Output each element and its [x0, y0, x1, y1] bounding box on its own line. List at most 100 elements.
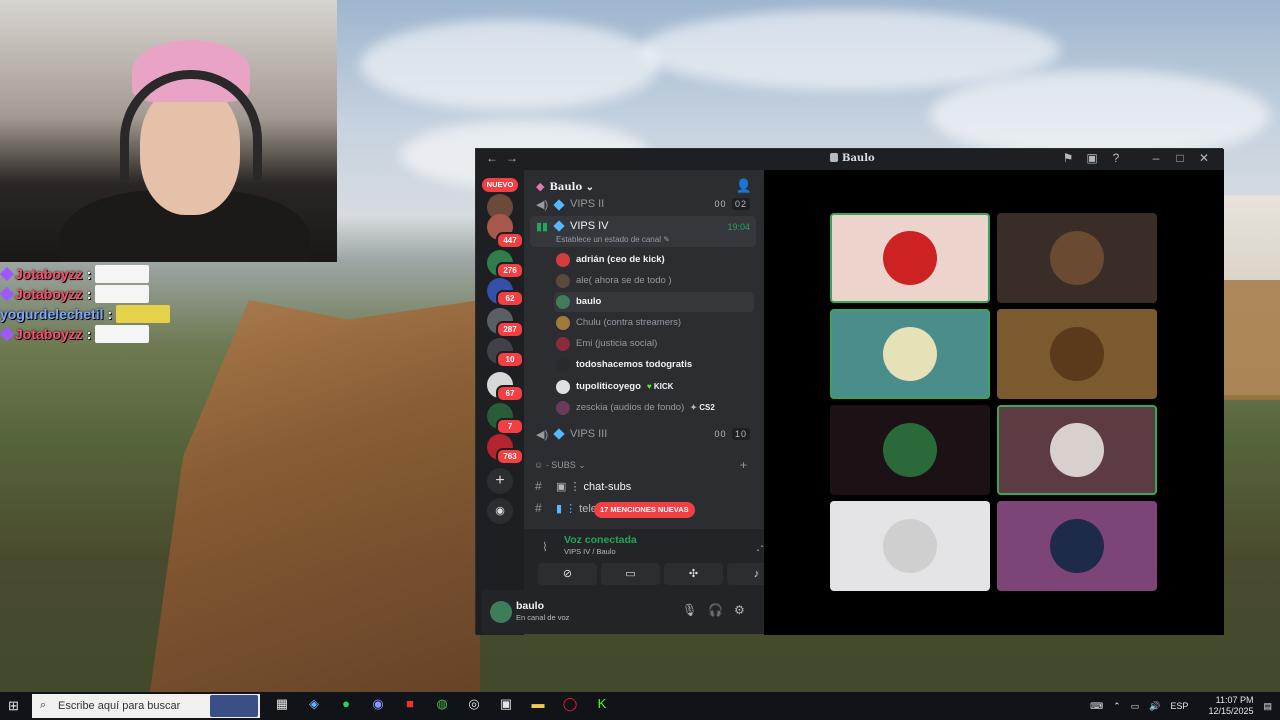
keyboard-icon[interactable]: ⌨	[1090, 701, 1103, 712]
voice-channel-vips-iii[interactable]: ◀) VIPS III 00 10	[530, 424, 756, 445]
add-channel-icon[interactable]: +	[740, 458, 747, 472]
clock[interactable]: 11:07 PM 12/15/2025	[1198, 695, 1253, 717]
chat-line: Jotaboyzz:	[0, 284, 170, 304]
voice-active-icon: ▮▮	[536, 221, 549, 233]
speaker-icon: ◀)	[536, 199, 549, 211]
settings-icon[interactable]: ⚙	[734, 603, 745, 617]
voice-connection-panel: ⌇ Voz conectada VIPS IV / Baulo ⋰ ☎ ⊘ ▭ …	[524, 528, 796, 590]
hash-icon: #	[535, 479, 542, 493]
voice-member[interactable]: Emi (justicia social)	[554, 334, 754, 354]
voice-member[interactable]: ale( ahora se de todo )	[554, 271, 754, 291]
avatar	[556, 274, 570, 288]
voice-member[interactable]: zesckia (audios de fondo)CS2	[554, 398, 754, 418]
file-explorer-icon[interactable]: ▬	[522, 696, 554, 712]
voice-member[interactable]: baulo	[554, 292, 754, 312]
close-icon[interactable]: ✕	[1192, 151, 1216, 165]
headphones-icon[interactable]: 🎧	[708, 603, 723, 617]
participant-tile[interactable]	[997, 309, 1157, 399]
avatar	[556, 358, 570, 372]
spotify-icon[interactable]: ●	[330, 696, 362, 712]
activities-button[interactable]: ✣	[664, 563, 723, 585]
avatar	[1050, 519, 1104, 573]
chrome-icon[interactable]: ◍	[426, 696, 458, 712]
avatar	[883, 519, 937, 573]
avatar[interactable]	[490, 601, 512, 623]
avatar	[556, 337, 570, 351]
avatar	[556, 295, 570, 309]
participant-tile[interactable]	[830, 213, 990, 303]
channel-sidebar: Baulo ⌄ 👤 ◀) VIPS II 00 02 ▮▮ VIPS IV 19…	[524, 170, 764, 528]
voice-member[interactable]: todoshacemos todogratis	[554, 355, 754, 375]
task-view-icon[interactable]: ▦	[266, 696, 298, 712]
server-list: NUEVO 447 276 62 287 10 67 7 763 + ◉	[476, 170, 524, 635]
maximize-icon[interactable]: □	[1168, 151, 1192, 165]
participant-tile[interactable]	[997, 213, 1157, 303]
obs-icon[interactable]: ◎	[458, 696, 490, 712]
speaker-icon: ◀)	[536, 429, 549, 441]
unread-badge: 287	[496, 321, 524, 338]
explore-icon[interactable]: ◉	[487, 498, 513, 524]
invite-icon[interactable]: 👤	[736, 178, 752, 194]
taskbar: ⊞ ⌕ Escribe aquí para buscar ▦ ◈ ● ◉ ■ ◍…	[0, 692, 1280, 720]
category-subs[interactable]: ☺ · SUBS ⌄ +	[534, 458, 747, 472]
window-title: Baulo	[830, 153, 875, 164]
microphone-icon[interactable]: 🎙	[682, 603, 697, 617]
flag-icon[interactable]: ⚑	[1056, 151, 1080, 165]
voice-member[interactable]: tupoliticoyegoKICK	[554, 377, 754, 397]
system-tray: ⌨ ⌃ ▭ 🔊 ESP 11:07 PM 12/15/2025 ▤	[1080, 692, 1272, 720]
inbox-icon[interactable]: ▣	[1080, 151, 1104, 165]
minimize-icon[interactable]: –	[1144, 151, 1168, 165]
back-arrow-icon[interactable]: ←	[486, 151, 498, 165]
notification-icon[interactable]: ▤	[1263, 701, 1272, 712]
unread-badge: 10	[496, 351, 524, 368]
network-icon[interactable]: ▭	[1131, 701, 1140, 712]
windows-start-icon[interactable]: ⊞	[8, 698, 19, 714]
server-header[interactable]: Baulo ⌄ 👤	[524, 170, 764, 200]
chevron-up-icon[interactable]: ⌃	[1113, 701, 1121, 712]
unread-badge: 763	[496, 448, 524, 465]
avatar	[1050, 423, 1104, 477]
discord-icon[interactable]: ◉	[362, 696, 394, 712]
participant-tile[interactable]	[997, 501, 1157, 591]
voice-member[interactable]: adrián (ceo de kick)	[554, 250, 754, 270]
server-name: Baulo ⌄	[536, 180, 594, 193]
avatar	[883, 231, 937, 285]
language-indicator[interactable]: ESP	[1170, 701, 1188, 711]
avatar	[556, 401, 570, 415]
camera-off-button[interactable]: ⊘	[538, 563, 597, 585]
voice-channel-vips-iv[interactable]: ▮▮ VIPS IV 19:04 Establece un estado de …	[530, 216, 756, 247]
unread-badge: 7	[496, 418, 524, 435]
participant-tile[interactable]	[830, 309, 990, 399]
user-limit: 00 02	[714, 198, 750, 210]
channel-status[interactable]: Establece un estado de canal ✎	[556, 235, 670, 244]
hash-icon: #	[535, 501, 542, 515]
participant-tile[interactable]	[830, 501, 990, 591]
add-server-icon[interactable]: +	[487, 468, 513, 494]
volume-icon[interactable]: 🔊	[1149, 701, 1160, 712]
search-icon: ⌕	[40, 699, 47, 711]
app-icon[interactable]: ▣	[490, 696, 522, 712]
signal-icon[interactable]: ⌇	[542, 540, 548, 554]
voice-channel-vips-ii[interactable]: ◀) VIPS II 00 02	[530, 198, 756, 212]
screen-share-button[interactable]: ▭	[601, 563, 660, 585]
chat-line: Jotaboyzz:	[0, 324, 170, 344]
participant-tile[interactable]	[997, 405, 1157, 495]
opera-icon[interactable]: ◯	[554, 696, 586, 712]
avatar	[883, 327, 937, 381]
avatar	[883, 423, 937, 477]
copilot-icon[interactable]: ◈	[298, 696, 330, 712]
avatar	[556, 253, 570, 267]
chat-line: yogurdelechetil:	[0, 304, 170, 324]
kick-icon[interactable]: K	[586, 696, 618, 712]
avatar	[1050, 231, 1104, 285]
search-box[interactable]: ⌕ Escribe aquí para buscar	[32, 694, 260, 718]
new-mentions-pill[interactable]: 17 MENCIONES NUEVAS	[594, 502, 695, 518]
voice-member[interactable]: Chulu (contra streamers)	[554, 313, 754, 333]
voice-stage	[764, 170, 1224, 635]
help-icon[interactable]: ?	[1104, 151, 1128, 165]
text-channel-chat-subs[interactable]: # ▣ ⋮ chat-subs	[530, 476, 756, 496]
participant-tile[interactable]	[830, 405, 990, 495]
forward-arrow-icon[interactable]: →	[506, 151, 518, 165]
app-icon[interactable]: ■	[394, 696, 426, 712]
title-bar: ← → Baulo ⚑ ▣ ? – □ ✕	[476, 149, 1224, 170]
